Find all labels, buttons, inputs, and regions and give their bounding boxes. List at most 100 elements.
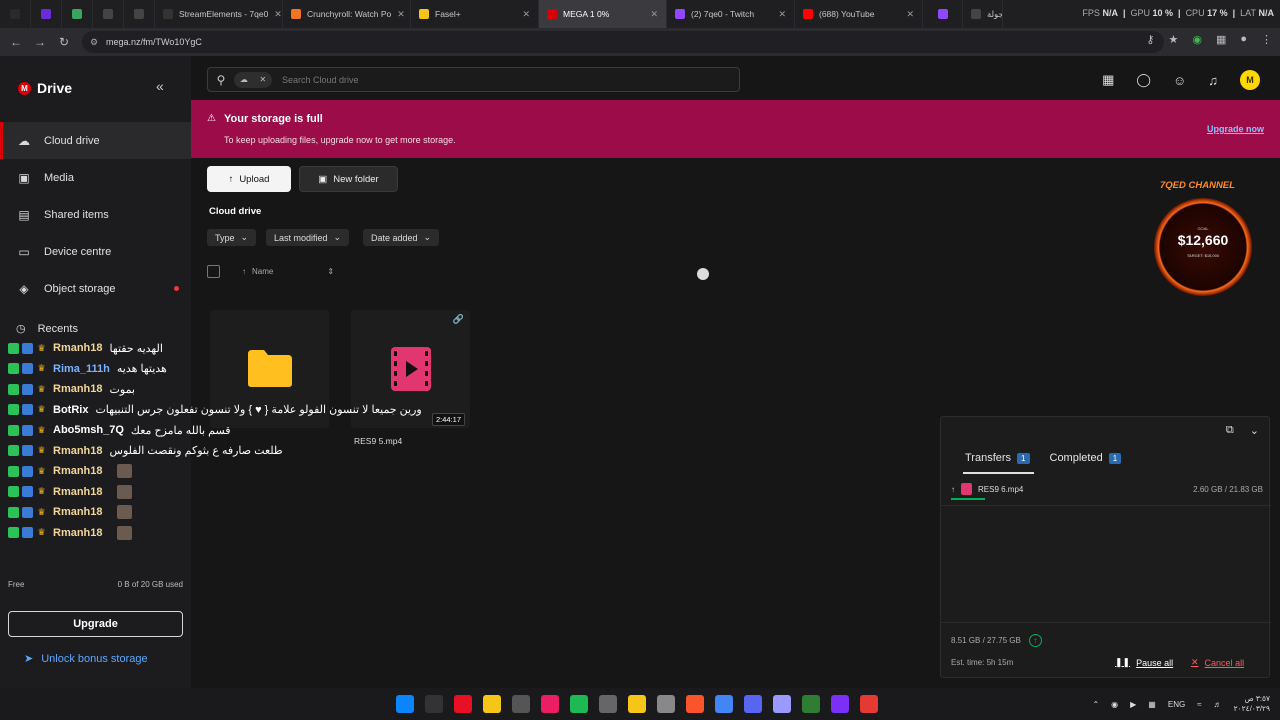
shield-extension-icon[interactable]: ◉ [1192, 33, 1202, 46]
browser-tab[interactable] [62, 0, 93, 28]
language-indicator[interactable]: ENG [1168, 700, 1185, 709]
brand[interactable]: M Drive [18, 80, 72, 96]
sidebar-item-shared-items[interactable]: ▤ Shared items [0, 196, 191, 233]
play-tray-icon[interactable]: ▶ [1130, 700, 1136, 709]
sort-toggle-icon[interactable]: ⇕ [327, 267, 334, 276]
cancel-all-button[interactable]: ✕ Cancel all [1191, 657, 1244, 668]
tab-close-icon[interactable]: ✕ [522, 9, 530, 20]
contacts-icon[interactable]: ☺ [1173, 73, 1186, 88]
taskbar-app-icon[interactable] [512, 695, 530, 713]
sidebar-item-object-storage[interactable]: ◈ Object storage [0, 270, 191, 307]
browser-tab[interactable]: StreamElements - 7qe0 ✕ [155, 0, 283, 28]
taskbar-app-icon[interactable] [744, 695, 762, 713]
url-field[interactable]: ⚙ mega.nz/fm/TWo10YgC [82, 31, 1164, 53]
search-input[interactable]: Search Cloud drive [282, 75, 359, 85]
chat-username[interactable]: Rmanh18 [53, 465, 103, 477]
chat-username[interactable]: Rmanh18 [53, 445, 103, 457]
taskbar-app-icon[interactable] [802, 695, 820, 713]
sidebar-item-cloud-drive[interactable]: ☁ Cloud drive [0, 122, 191, 159]
chat-icon[interactable]: ◯ [1136, 72, 1151, 88]
taskbar-app-icon[interactable] [570, 695, 588, 713]
taskbar-app-icon[interactable] [454, 695, 472, 713]
upload-button[interactable]: ↑ Upload [207, 166, 291, 192]
tab-close-icon[interactable]: ✕ [650, 9, 658, 20]
browser-tab[interactable] [124, 0, 155, 28]
tab-transfers[interactable]: Transfers 1 [941, 445, 1042, 474]
sidebar-item-device-centre[interactable]: ▭ Device centre [0, 233, 191, 270]
avatar[interactable]: M [1240, 70, 1260, 90]
chat-username[interactable]: Abo5msh_7Q [53, 424, 124, 436]
taskbar-app-icon[interactable] [773, 695, 791, 713]
sidebar-item-media[interactable]: ▣ Media [0, 159, 191, 196]
chat-username[interactable]: Rmanh18 [53, 383, 103, 395]
browser-tab[interactable] [0, 0, 31, 28]
tab-close-icon[interactable]: ✕ [778, 9, 786, 20]
taskbar-app-icon[interactable] [541, 695, 559, 713]
taskbar-app-icon[interactable] [628, 695, 646, 713]
transfer-row[interactable]: ↑ RES9 6.mp4 2.60 GB / 21.83 GB [951, 483, 1263, 495]
taskbar-app-icon[interactable] [686, 695, 704, 713]
browser-tab[interactable]: سرد | جولة [963, 0, 1003, 28]
filter-type[interactable]: Type ⌄ [207, 229, 257, 246]
tab-close-icon[interactable]: ✕ [397, 9, 405, 20]
profile-icon[interactable]: ● [1240, 33, 1247, 46]
apps-grid-icon[interactable]: ▦ [1102, 72, 1114, 88]
chat-username[interactable]: Rmanh18 [53, 342, 103, 354]
taskbar-app-icon[interactable] [715, 695, 733, 713]
breadcrumb[interactable]: Cloud drive [209, 206, 261, 217]
browser-tab[interactable]: (2) 7qe0 - Twitch ✕ [667, 0, 795, 28]
taskbar-app-icon[interactable] [860, 695, 878, 713]
browser-tab[interactable] [923, 0, 963, 28]
clear-scope-icon[interactable]: ✕ [259, 75, 266, 84]
back-icon[interactable]: ← [4, 30, 28, 54]
new-folder-button[interactable]: ▣ New folder [299, 166, 398, 192]
name-column-header[interactable]: Name [252, 267, 273, 276]
taskbar-app-icon[interactable] [657, 695, 675, 713]
extensions-icon[interactable]: ▦ [1216, 33, 1226, 46]
pause-all-button[interactable]: ❚❚ Pause all [1115, 657, 1173, 668]
menu-icon[interactable]: ⋮ [1261, 33, 1272, 46]
reload-icon[interactable]: ↻ [52, 30, 76, 54]
tab-completed[interactable]: Completed 1 [1042, 445, 1134, 471]
taskbar-app-icon[interactable] [831, 695, 849, 713]
chat-username[interactable]: Rmanh18 [53, 486, 103, 498]
collapse-sidebar-icon[interactable]: « [156, 78, 164, 94]
notifications-bell-icon[interactable]: ♫ [1208, 73, 1218, 88]
bookmark-star-icon[interactable]: ★ [1168, 33, 1178, 46]
tab-close-icon[interactable]: ✕ [274, 9, 282, 20]
unlock-bonus-storage-link[interactable]: ➤ Unlock bonus storage [24, 652, 148, 666]
search-scope-chip[interactable]: ☁ ✕ [234, 71, 272, 88]
link-icon[interactable]: 🔗 [453, 314, 464, 325]
network-icon[interactable]: ▦ [1148, 700, 1156, 709]
forward-icon[interactable]: → [28, 30, 52, 54]
search-box[interactable]: ⚲ ☁ ✕ Search Cloud drive [207, 67, 740, 92]
wifi-icon[interactable]: ≈ [1197, 700, 1201, 709]
volume-icon[interactable]: ♬ [1214, 700, 1222, 709]
clock[interactable]: ٣:٥٧ ص ٢٠٢٤/٠٣/٢٩ [1234, 694, 1270, 714]
taskbar-app-icon[interactable] [599, 695, 617, 713]
browser-tab[interactable]: (688) YouTube ✕ [795, 0, 923, 28]
browser-tab[interactable]: Fasel+ ✕ [411, 0, 539, 28]
upgrade-button[interactable]: Upgrade [8, 611, 183, 637]
filter-date-added[interactable]: Date added ⌄ [363, 229, 440, 246]
windows-start-icon[interactable] [396, 695, 414, 713]
chat-username[interactable]: Rmanh18 [53, 506, 103, 518]
sort-arrow-icon[interactable]: ↑ [242, 267, 246, 276]
chat-username[interactable]: Rmanh18 [53, 527, 103, 539]
select-all-checkbox[interactable] [207, 265, 220, 278]
tab-close-icon[interactable]: ✕ [906, 9, 914, 20]
site-info-icon[interactable]: ⚙ [90, 37, 98, 48]
filter-last-modified[interactable]: Last modified ⌄ [266, 229, 350, 246]
discord-tray-icon[interactable]: ◉ [1111, 700, 1118, 709]
browser-tab[interactable] [93, 0, 124, 28]
chat-username[interactable]: BotRix [53, 404, 88, 416]
browser-tab[interactable]: MEGA 1 0% ✕ [539, 0, 667, 28]
chevron-up-icon[interactable]: ⌃ [1092, 700, 1099, 709]
browser-tab[interactable] [31, 0, 62, 28]
chevron-down-icon[interactable]: ⌄ [1250, 424, 1259, 437]
key-icon[interactable]: ⚷ [1146, 33, 1154, 46]
sidebar-item-recents[interactable]: ◷ Recents [16, 322, 78, 336]
taskbar-app-icon[interactable] [483, 695, 501, 713]
expand-icon[interactable]: ⧉ [1226, 424, 1234, 437]
upgrade-now-link[interactable]: Upgrade now [1207, 124, 1264, 134]
